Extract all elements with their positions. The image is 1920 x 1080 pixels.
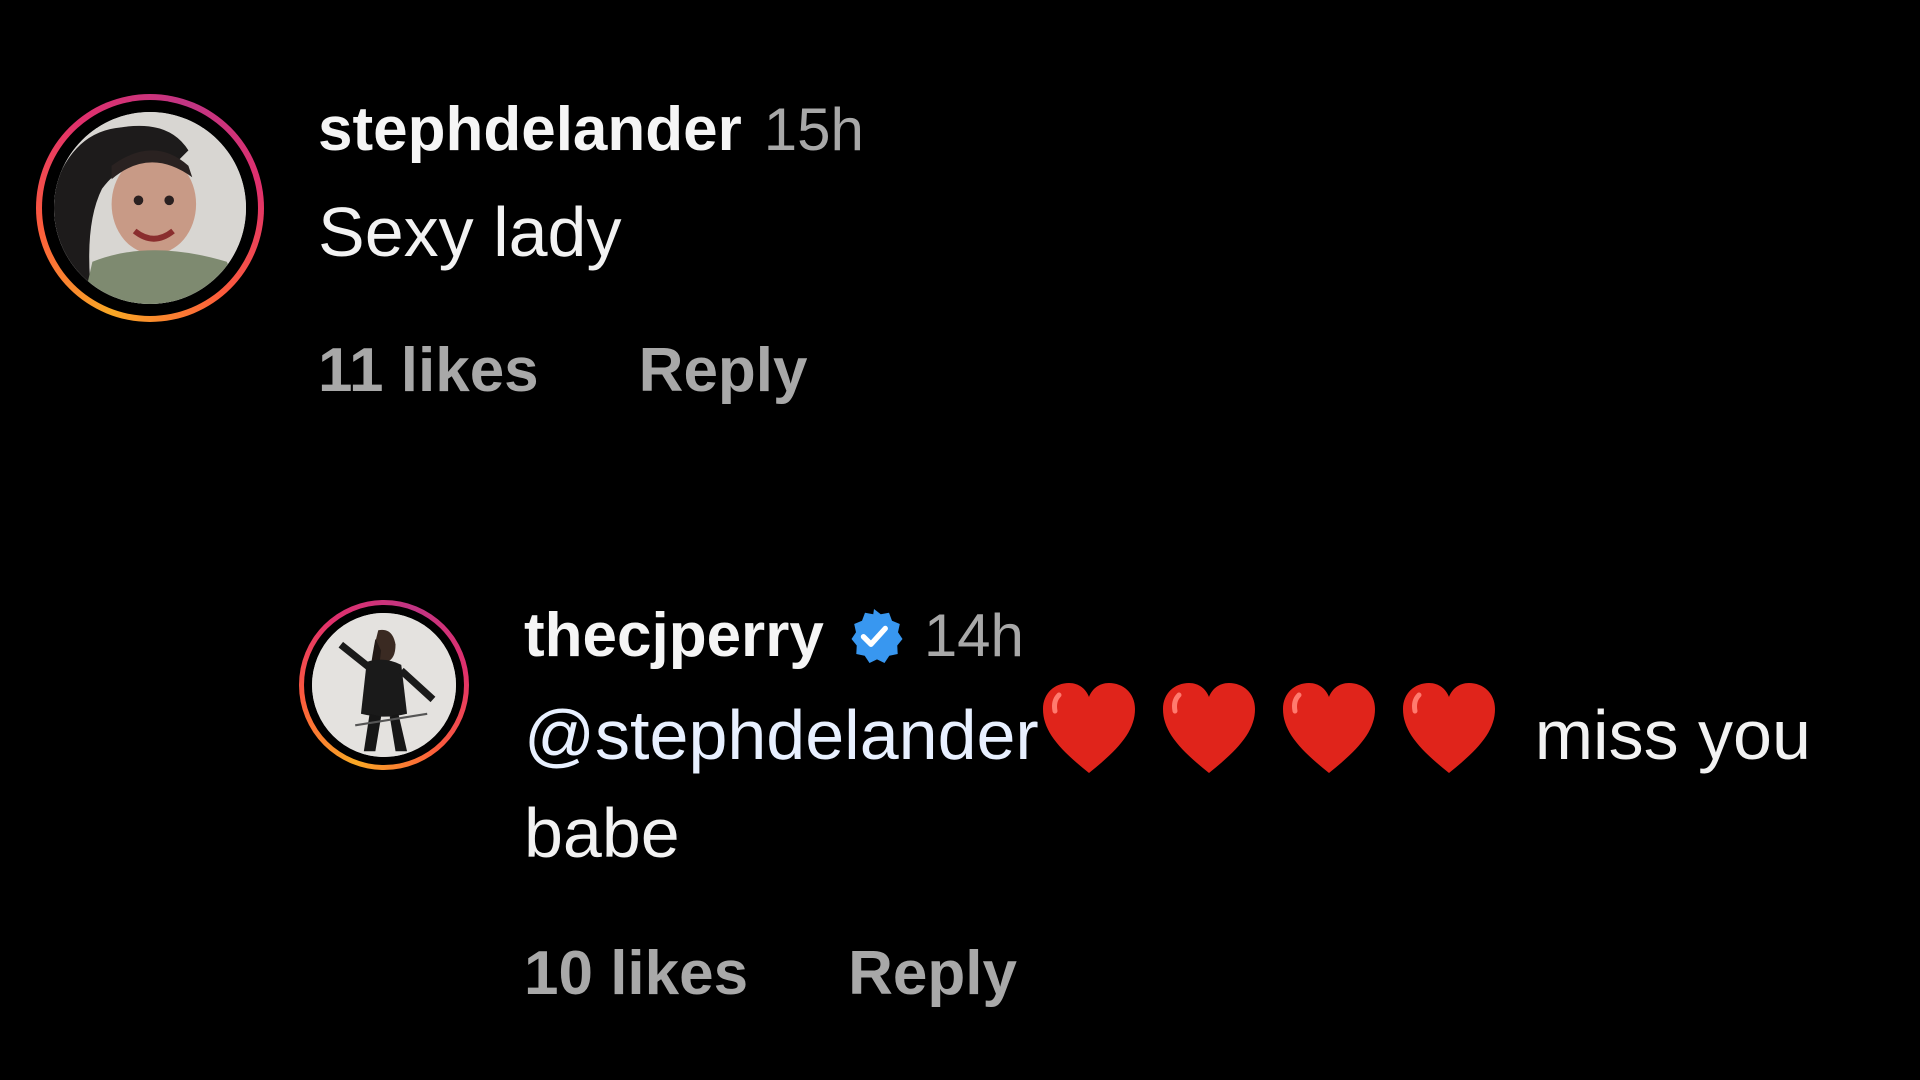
reply-button[interactable]: Reply xyxy=(848,938,1017,1009)
comment-header: thecjperry 14h xyxy=(524,600,1920,671)
profile-photo-icon xyxy=(54,112,246,304)
comment-content: thecjperry 14h @stephdelander miss you ba… xyxy=(524,600,1920,1009)
heart-emoji-icon xyxy=(1279,681,1379,777)
comment-content: stephdelander 15h Sexy lady 11 likes Rep… xyxy=(318,94,1818,406)
comment-actions: 11 likes Reply xyxy=(318,335,1818,406)
heart-emoji-icon xyxy=(1039,681,1139,777)
comment-actions: 10 likes Reply xyxy=(524,938,1920,1009)
profile-photo-icon xyxy=(312,613,456,757)
likes-count[interactable]: 10 likes xyxy=(524,938,748,1009)
comment-header: stephdelander 15h xyxy=(318,94,1818,165)
heart-emoji-icon xyxy=(1399,681,1499,777)
verified-badge-icon xyxy=(844,606,904,666)
reply-button[interactable]: Reply xyxy=(639,335,808,406)
heart-emoji-icon xyxy=(1159,681,1259,777)
username[interactable]: stephdelander xyxy=(318,94,742,165)
username[interactable]: thecjperry xyxy=(524,600,824,671)
timestamp: 15h xyxy=(763,96,864,163)
timestamp: 14h xyxy=(923,602,1024,669)
likes-count[interactable]: 11 likes xyxy=(318,335,539,406)
comment-text: @stephdelander miss you babe xyxy=(524,681,1914,882)
mention-link[interactable]: @stephdelander xyxy=(524,696,1039,774)
comment-text: Sexy lady xyxy=(318,193,622,271)
